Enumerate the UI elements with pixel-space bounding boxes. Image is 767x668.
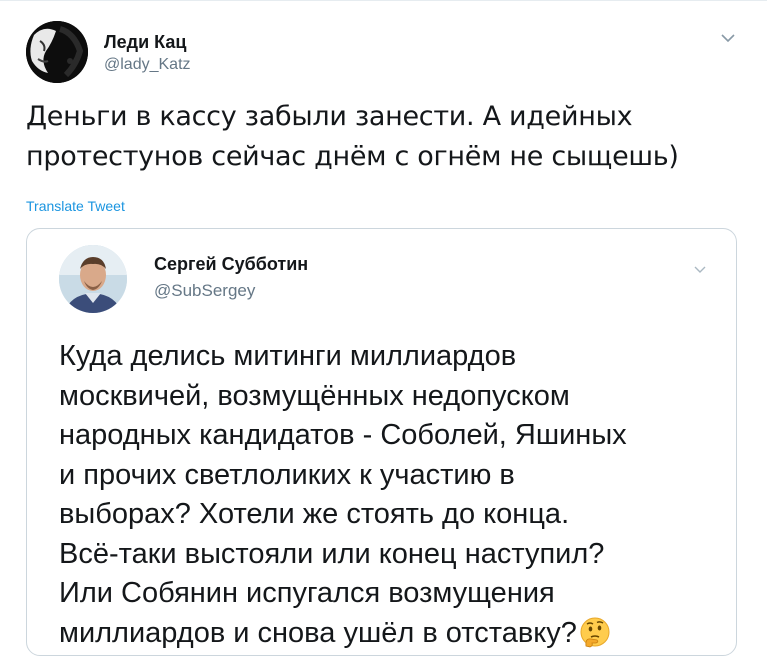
tweet-author[interactable]: Леди Кац @lady_Katz (104, 31, 191, 76)
chevron-down-icon[interactable] (720, 31, 736, 43)
quoted-text-line: Или Собянин испугался возмущения (59, 577, 555, 609)
quoted-tweet-author[interactable]: Сергей Субботин @SubSergey (154, 253, 308, 303)
quoted-text-line: Всё-таки выстояли или конец наступил? (59, 537, 605, 570)
tweet-text-line: Деньги в кассу забыли занести. А идейных (26, 101, 633, 132)
quoted-avatar[interactable] (59, 245, 127, 313)
avatar[interactable] (26, 21, 88, 83)
quoted-tweet[interactable]: Сергей Субботин @SubSergey Куда делись м… (26, 228, 737, 656)
avatar-image (26, 21, 88, 83)
quoted-text-line-last: миллиардов и снова ушёл в отставку? (59, 614, 719, 654)
quoted-text-line-content: миллиардов и снова ушёл в отставку? (59, 616, 577, 649)
quoted-author-name[interactable]: Сергей Субботин (154, 253, 308, 275)
quoted-tweet-text: Куда делись митинги миллиардов москвичей… (59, 337, 719, 653)
tweet-text-line: протестунов сейчас днём с огнём не сыщеш… (26, 141, 679, 172)
quoted-avatar-image (59, 245, 127, 313)
quoted-author-handle[interactable]: @SubSergey (154, 279, 308, 303)
author-handle[interactable]: @lady_Katz (104, 54, 191, 76)
author-name[interactable]: Леди Кац (104, 31, 191, 53)
tweet-text: Деньги в кассу забыли занести. А идейных… (26, 97, 726, 177)
quoted-text-line: москвичей, возмущённых недопуском (59, 379, 570, 412)
quoted-text-line: Куда делись митинги миллиардов (59, 340, 517, 372)
quoted-text-line: народных кандидатов - Соболей, Яшиных (59, 419, 627, 451)
quoted-text-line: выборах? Хотели же стоять до конца. (59, 498, 570, 530)
quoted-text-line: и прочих светлоликих к участию в (59, 458, 515, 491)
thinking-face-icon (579, 616, 611, 648)
translate-tweet-link[interactable]: Translate Tweet (26, 198, 125, 214)
tweet: Леди Кац @lady_Katz Деньги в кассу забыл… (0, 0, 767, 668)
chevron-down-icon[interactable] (693, 261, 707, 273)
